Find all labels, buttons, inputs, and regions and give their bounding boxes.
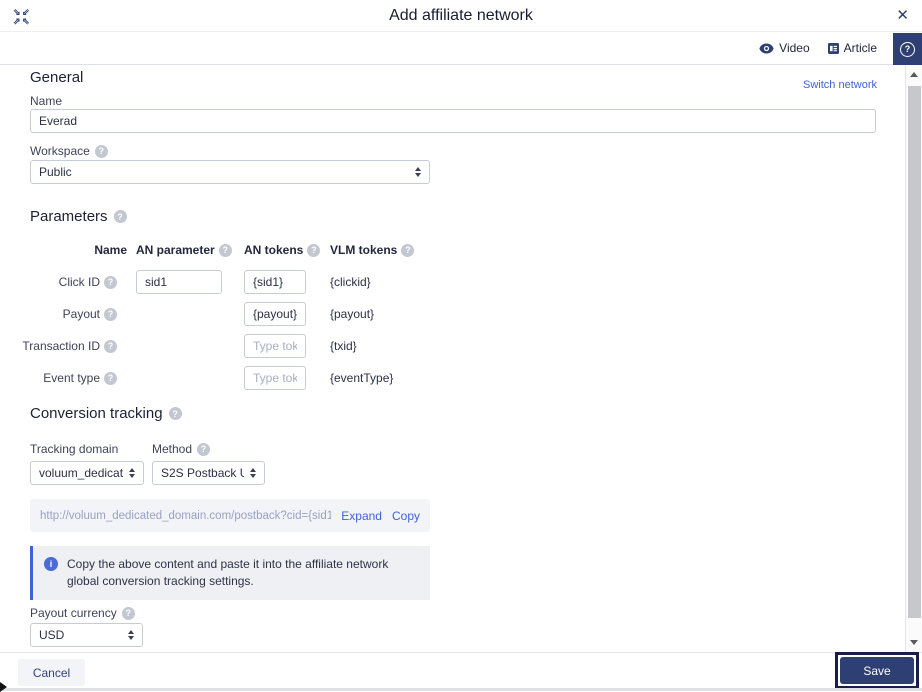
click-id-vlm-token: {clickid} bbox=[330, 275, 371, 289]
method-label: Method ? bbox=[152, 442, 211, 456]
col-header-an-parameter: AN parameter ? bbox=[136, 243, 232, 257]
question-mark-icon: ? bbox=[900, 41, 915, 57]
general-heading: General bbox=[30, 69, 83, 86]
conversion-tracking-help-icon[interactable]: ? bbox=[168, 407, 182, 420]
method-help-icon[interactable]: ? bbox=[197, 442, 211, 456]
scrollbar-thumb[interactable] bbox=[908, 86, 921, 618]
close-icon[interactable]: ✕ bbox=[896, 6, 909, 24]
click-id-an-token-input[interactable] bbox=[244, 270, 306, 294]
scroll-up-icon[interactable] bbox=[910, 72, 918, 77]
spinner-icon bbox=[129, 468, 135, 478]
transaction-id-label: Transaction ID bbox=[22, 339, 100, 353]
click-id-label: Click ID bbox=[58, 275, 100, 289]
spinner-icon bbox=[415, 167, 421, 177]
payout-label: Payout bbox=[62, 307, 100, 321]
general-heading-text: General bbox=[30, 69, 84, 86]
col-name-text: Name bbox=[94, 243, 127, 257]
transaction-id-vlm-token: {txid} bbox=[330, 339, 357, 353]
payout-currency-value: USD bbox=[39, 628, 65, 642]
event-type-label: Event type bbox=[43, 371, 100, 385]
switch-network-link[interactable]: Switch network bbox=[803, 79, 877, 91]
spinner-icon bbox=[128, 630, 134, 640]
col-header-an-tokens: AN tokens ? bbox=[244, 243, 321, 257]
article-icon bbox=[827, 42, 839, 54]
vlm-tokens-help-icon[interactable]: ? bbox=[401, 243, 415, 257]
payout-help-icon[interactable]: ? bbox=[104, 307, 117, 321]
row-label-event-type: Event type ? bbox=[0, 366, 117, 390]
workspace-label-text: Workspace bbox=[30, 144, 90, 158]
col-vlm-tokens-text: VLM tokens bbox=[330, 243, 398, 257]
event-type-an-token-input[interactable] bbox=[244, 366, 306, 390]
eye-icon bbox=[759, 43, 774, 53]
payout-vlm-token: {payout} bbox=[330, 307, 375, 321]
parameters-heading-text: Parameters bbox=[30, 208, 108, 225]
cancel-button[interactable]: Cancel bbox=[18, 659, 85, 686]
conversion-tracking-heading-text: Conversion tracking bbox=[30, 405, 163, 422]
info-icon: i bbox=[44, 557, 58, 571]
method-label-text: Method bbox=[152, 442, 193, 456]
col-header-vlm-tokens: VLM tokens ? bbox=[330, 243, 415, 257]
add-affiliate-network-dialog: ⇘ ⇙ ⇗ ⇖ Add affiliate network ✕ Video Artic… bbox=[0, 0, 922, 692]
payout-currency-select[interactable]: USD bbox=[30, 623, 143, 647]
help-toolbar: Video Article bbox=[0, 32, 922, 65]
article-link[interactable]: Article bbox=[827, 41, 877, 55]
row-label-payout: Payout ? bbox=[0, 302, 117, 326]
copy-link[interactable]: Copy bbox=[392, 509, 420, 523]
col-an-tokens-text: AN tokens bbox=[244, 243, 304, 257]
payout-currency-help-icon[interactable]: ? bbox=[121, 606, 135, 620]
payout-currency-label: Payout currency ? bbox=[30, 606, 135, 620]
col-header-name: Name bbox=[0, 243, 127, 257]
transaction-id-an-token-input[interactable] bbox=[244, 334, 306, 358]
name-label-text: Name bbox=[30, 94, 63, 108]
workspace-value: Public bbox=[39, 165, 72, 179]
method-select[interactable]: S2S Postback U... bbox=[152, 461, 265, 485]
transaction-id-help-icon[interactable]: ? bbox=[104, 339, 117, 353]
tracking-domain-label: Tracking domain bbox=[30, 442, 118, 456]
save-button-focus-ring: Save bbox=[835, 652, 919, 689]
postback-url-text: http://voluum_dedicated_domain.com/postb… bbox=[40, 509, 332, 522]
tracking-domain-select[interactable]: voluum_dedicat... bbox=[30, 461, 144, 485]
conversion-tracking-heading: Conversion tracking ? bbox=[30, 405, 182, 422]
spinner-icon bbox=[250, 468, 256, 478]
tracking-domain-label-text: Tracking domain bbox=[30, 442, 119, 456]
name-input[interactable] bbox=[30, 109, 876, 133]
dialog-footer: Cancel Save bbox=[0, 652, 922, 689]
payout-an-token-input[interactable] bbox=[244, 302, 306, 326]
workspace-select[interactable]: Public bbox=[30, 160, 430, 184]
event-type-vlm-token: {eventType} bbox=[330, 371, 394, 385]
click-id-an-parameter-input[interactable] bbox=[136, 270, 222, 294]
help-button[interactable]: ? bbox=[893, 33, 922, 65]
parameters-help-icon[interactable]: ? bbox=[113, 210, 127, 223]
method-value: S2S Postback U... bbox=[161, 466, 244, 480]
scroll-down-icon[interactable] bbox=[910, 640, 918, 645]
expand-link[interactable]: Expand bbox=[341, 509, 382, 523]
info-text: Copy the above content and paste it into… bbox=[67, 557, 389, 588]
parameters-heading: Parameters ? bbox=[30, 208, 127, 225]
col-an-parameter-text: AN parameter bbox=[136, 243, 215, 257]
workspace-help-icon[interactable]: ? bbox=[94, 144, 108, 158]
dialog-title: Add affiliate network bbox=[389, 7, 533, 24]
vertical-scrollbar[interactable] bbox=[905, 65, 922, 652]
video-link[interactable]: Video bbox=[759, 41, 810, 55]
save-button[interactable]: Save bbox=[840, 657, 914, 684]
workspace-label: Workspace ? bbox=[30, 144, 108, 158]
dialog-title-bar: ⇘ ⇙ ⇗ ⇖ Add affiliate network ✕ bbox=[0, 0, 922, 32]
row-label-transaction-id: Transaction ID ? bbox=[0, 334, 117, 358]
toolbar-links: Video Article bbox=[759, 32, 877, 64]
video-label: Video bbox=[779, 41, 810, 55]
row-label-click-id: Click ID ? bbox=[0, 270, 117, 294]
an-parameter-help-icon[interactable]: ? bbox=[218, 243, 232, 257]
article-label: Article bbox=[843, 41, 877, 55]
postback-url-box: http://voluum_dedicated_domain.com/postb… bbox=[30, 499, 430, 532]
info-banner: i Copy the above content and paste it in… bbox=[30, 546, 430, 600]
tracking-domain-value: voluum_dedicat... bbox=[39, 466, 123, 480]
event-type-help-icon[interactable]: ? bbox=[104, 371, 117, 385]
click-id-help-icon[interactable]: ? bbox=[104, 275, 117, 289]
payout-currency-label-text: Payout currency bbox=[30, 606, 117, 620]
name-label: Name bbox=[30, 94, 62, 108]
an-tokens-help-icon[interactable]: ? bbox=[307, 243, 321, 257]
